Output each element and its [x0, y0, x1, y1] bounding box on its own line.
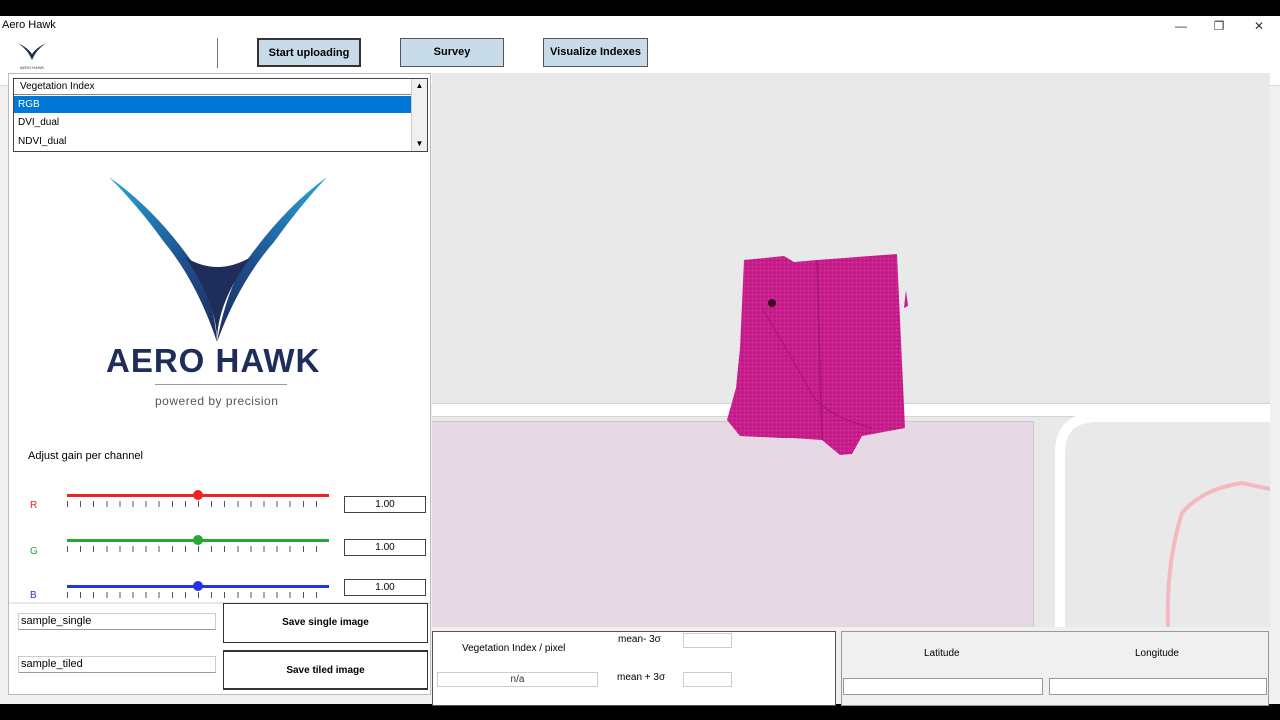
mean-plus-field[interactable]: [683, 672, 732, 687]
list-item-ndvi-dual[interactable]: NDVI_dual: [14, 133, 412, 150]
start-uploading-button[interactable]: Start uploading: [257, 38, 361, 67]
vegetation-index-pixel-value[interactable]: n/a: [437, 672, 598, 687]
longitude-field[interactable]: [1049, 678, 1267, 695]
title-bar: Aero Hawk — ❐ ✕: [0, 16, 1280, 36]
channel-b-label: B: [30, 590, 37, 601]
save-single-image-button[interactable]: Save single image: [223, 603, 428, 643]
slider-ticks: [67, 501, 329, 507]
mean-minus-label: mean- 3σ: [618, 634, 661, 645]
slider-ticks: [67, 546, 329, 552]
restore-icon[interactable]: ❐: [1204, 17, 1234, 35]
mean-minus-field[interactable]: [683, 633, 732, 648]
app-window: Aero Hawk — ❐ ✕ AERO HAWK Start uploadin…: [0, 16, 1280, 706]
channel-b-slider[interactable]: [67, 580, 329, 600]
save-tiled-image-button[interactable]: Save tiled image: [223, 650, 428, 690]
map-road-curve: [1055, 412, 1270, 627]
list-item-rgb[interactable]: RGB: [14, 96, 412, 113]
slider-thumb[interactable]: [193, 490, 203, 500]
drone-image-overlay: [727, 254, 908, 455]
list-scrollbar[interactable]: ▲ ▼: [411, 79, 427, 151]
tiled-image-name-input[interactable]: sample_tiled: [18, 656, 216, 673]
slider-thumb[interactable]: [193, 535, 203, 545]
toolbar-separator: [217, 38, 218, 68]
slider-ticks: [67, 592, 329, 598]
channel-g-slider[interactable]: [67, 534, 329, 554]
list-item-dvi-dual[interactable]: DVI_dual: [14, 114, 412, 131]
window-title: Aero Hawk: [2, 19, 56, 31]
survey-button[interactable]: Survey: [400, 38, 504, 67]
latitude-label: Latitude: [924, 648, 960, 659]
channel-r-slider[interactable]: [67, 489, 329, 509]
minimize-icon[interactable]: —: [1166, 17, 1196, 35]
close-icon[interactable]: ✕: [1244, 17, 1274, 35]
brand-name: AERO HAWK: [106, 342, 321, 379]
coordinates-panel: Latitude Longitude: [841, 631, 1269, 706]
vegetation-index-list[interactable]: Vegetation Index RGB DVI_dual NDVI_dual …: [13, 78, 428, 152]
list-header[interactable]: Vegetation Index: [14, 79, 412, 95]
mean-plus-label: mean + 3σ: [617, 672, 666, 683]
channel-g-label: G: [30, 546, 38, 557]
app-logo-icon: AERO HAWK: [18, 43, 46, 70]
single-image-name-input[interactable]: sample_single: [18, 613, 216, 630]
channel-r-label: R: [30, 500, 38, 511]
stats-panel: Vegetation Index / pixel n/a mean- 3σ me…: [432, 631, 836, 706]
brand-divider: [155, 384, 287, 385]
map-view[interactable]: [432, 73, 1270, 627]
small-logo-text: AERO HAWK: [20, 65, 45, 70]
visualize-indexes-button[interactable]: Visualize Indexes: [543, 38, 648, 67]
vegetation-index-pixel-label: Vegetation Index / pixel: [462, 643, 566, 654]
slider-thumb[interactable]: [193, 581, 203, 591]
channel-r-value[interactable]: 1.00: [344, 496, 426, 513]
scroll-up-icon[interactable]: ▲: [412, 79, 427, 93]
brand-tagline: powered by precision: [155, 394, 279, 408]
channel-b-value[interactable]: 1.00: [344, 579, 426, 596]
latitude-field[interactable]: [843, 678, 1043, 695]
gain-label: Adjust gain per channel: [28, 450, 143, 462]
channel-g-value[interactable]: 1.00: [344, 539, 426, 556]
longitude-label: Longitude: [1135, 648, 1179, 659]
left-panel: Vegetation Index RGB DVI_dual NDVI_dual …: [8, 73, 431, 695]
scroll-down-icon[interactable]: ▼: [412, 137, 427, 151]
